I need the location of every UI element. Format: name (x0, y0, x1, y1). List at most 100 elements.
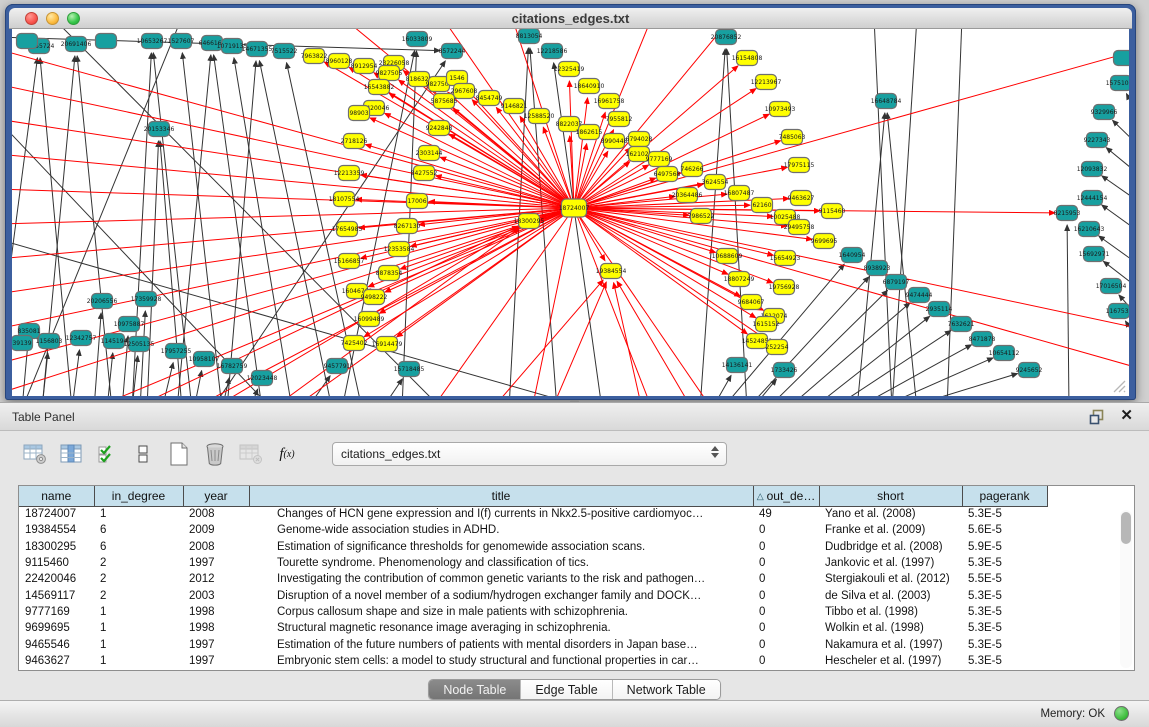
tab-node-table[interactable]: Node Table (429, 680, 521, 699)
graph-node[interactable]: 9457791 (324, 359, 351, 374)
new-column-icon[interactable] (166, 441, 192, 467)
show-columns-icon[interactable] (58, 441, 84, 467)
graph-node[interactable]: 9115460 (819, 204, 846, 219)
graph-node[interactable]: 1527607 (168, 34, 195, 49)
graph-node[interactable]: 16154808 (732, 51, 763, 66)
citation-edge[interactable] (382, 379, 402, 396)
citation-edge-red[interactable] (449, 134, 574, 208)
graph-node[interactable]: 98903 (349, 106, 370, 121)
citation-edge[interactable] (1067, 225, 1069, 396)
citation-edge-red[interactable] (532, 208, 574, 396)
graph-node[interactable]: 20876852 (711, 30, 742, 45)
graph-node[interactable]: 10958107 (189, 352, 220, 367)
delete-column-icon[interactable] (202, 441, 228, 467)
citation-edge[interactable] (1106, 148, 1129, 177)
graph-node[interactable]: 9245652 (1016, 363, 1043, 378)
network-canvas[interactable]: 1872400779638228960128891295423226058982… (12, 29, 1129, 396)
graph-node[interactable]: 10973493 (765, 102, 796, 117)
graph-node[interactable]: 8938923 (864, 261, 891, 276)
network-window-titlebar[interactable]: citations_edges.txt (9, 8, 1132, 29)
graph-node[interactable]: 12093832 (1077, 162, 1108, 177)
citation-edge[interactable] (1125, 321, 1129, 347)
graph-node[interactable]: 8427552 (411, 166, 438, 181)
graph-node[interactable]: 12218586 (537, 44, 568, 59)
graph-node[interactable]: 5875685 (431, 94, 458, 109)
graph-node[interactable]: 16782759 (217, 359, 248, 374)
graph-node[interactable]: 12444154 (1077, 191, 1108, 206)
select-rows-icon[interactable] (94, 441, 120, 467)
graph-node[interactable]: 1733426 (771, 363, 798, 378)
citation-edge[interactable] (1126, 94, 1129, 124)
graph-node[interactable]: 7963822 (301, 49, 328, 64)
graph-node[interactable]: 1167533 (1106, 304, 1129, 319)
graph-node[interactable]: 9474444 (906, 288, 933, 303)
table-row[interactable]: 977716911998Corpus callosum shape and si… (19, 604, 1047, 620)
graph-node[interactable]: 7986522 (688, 209, 715, 224)
graph-node[interactable]: 12353584 (384, 242, 415, 257)
float-panel-icon[interactable] (1089, 409, 1105, 425)
graph-node[interactable]: 746266 (681, 162, 704, 177)
column-header-short[interactable]: short (819, 486, 962, 506)
graph-node[interactable]: 17016504 (1096, 279, 1127, 294)
citation-edge-red[interactable] (12, 154, 574, 208)
graph-node[interactable]: 1156803 (36, 334, 63, 349)
graph-node[interactable]: 8267130 (394, 219, 421, 234)
table-row[interactable]: 946362711997Embryonic stem cells: a mode… (19, 653, 1047, 669)
graph-node[interactable]: 6879197 (883, 275, 910, 290)
graph-node[interactable]: 17975115 (784, 158, 815, 173)
row-height-icon[interactable] (130, 441, 156, 467)
citation-edge[interactable] (947, 29, 962, 396)
citation-edge[interactable] (554, 63, 602, 396)
graph-node[interactable]: 8215953 (1054, 206, 1081, 221)
table-row[interactable]: 946554611997Estimation of the future num… (19, 636, 1047, 652)
graph-node[interactable]: 12588520 (524, 109, 555, 124)
graph-node[interactable]: 62160 (752, 198, 773, 213)
graph-node[interactable]: 10654112 (989, 346, 1020, 361)
citation-edge[interactable] (1102, 205, 1129, 234)
graph-node[interactable]: 15751074 (1106, 76, 1129, 91)
citation-edge[interactable] (259, 61, 332, 396)
table-scrollbar-thumb[interactable] (1121, 512, 1131, 544)
graph-node[interactable]: 8878354 (376, 266, 403, 281)
citation-edge-red[interactable] (617, 281, 692, 396)
citation-edge[interactable] (1113, 120, 1129, 149)
table-scrollbar[interactable] (1120, 510, 1132, 668)
citation-edge-red[interactable] (12, 208, 574, 364)
column-header-name[interactable]: name (19, 486, 94, 506)
citation-edge[interactable] (94, 313, 101, 396)
graph-node[interactable]: 9329966 (1091, 105, 1118, 120)
graph-node[interactable]: 10653267 (137, 34, 168, 49)
graph-node[interactable]: 9146821 (501, 99, 528, 114)
tab-edge-table[interactable]: Edge Table (521, 680, 612, 699)
graph-node[interactable]: 8454749 (476, 91, 503, 106)
citation-edge-red[interactable] (574, 49, 1129, 208)
graph-node[interactable]: 3624554 (702, 175, 729, 190)
graph-node[interactable]: 1640954 (839, 248, 866, 263)
citation-edge[interactable] (72, 350, 79, 396)
citation-edge[interactable] (182, 53, 222, 396)
graph-node[interactable]: 1862615 (576, 125, 603, 140)
graph-node[interactable] (96, 34, 117, 49)
citation-edge[interactable] (874, 29, 892, 396)
graph-node[interactable]: 15718485 (394, 362, 425, 377)
graph-node[interactable]: 2303144 (416, 146, 443, 161)
graph-node[interactable]: 39139 (12, 336, 33, 351)
column-header-in_degree[interactable]: in_degree (94, 486, 183, 506)
table-mode-icon[interactable] (22, 441, 48, 467)
graph-node[interactable]: 20206556 (87, 294, 118, 309)
table-row[interactable]: 1938455462009Genome-wide association stu… (19, 522, 1047, 538)
citation-edge[interactable] (147, 141, 158, 396)
graph-node[interactable]: 7632621 (948, 317, 975, 332)
graph-node[interactable]: 9684067 (738, 295, 765, 310)
graph-node[interactable]: 8960128 (326, 54, 353, 69)
graph-node[interactable] (1114, 51, 1130, 66)
graph-node[interactable]: 6497568 (654, 167, 681, 182)
graph-node[interactable]: 8572244 (439, 44, 466, 59)
graph-node[interactable]: 2935114 (926, 302, 953, 317)
citation-edge[interactable] (12, 119, 272, 396)
graph-node[interactable]: 252254 (766, 340, 789, 355)
graph-node[interactable]: 15692971 (1079, 247, 1110, 262)
citation-edge[interactable] (902, 374, 1018, 396)
import-table-disabled-icon[interactable] (238, 441, 264, 467)
graph-node[interactable]: 9699695 (811, 234, 838, 249)
